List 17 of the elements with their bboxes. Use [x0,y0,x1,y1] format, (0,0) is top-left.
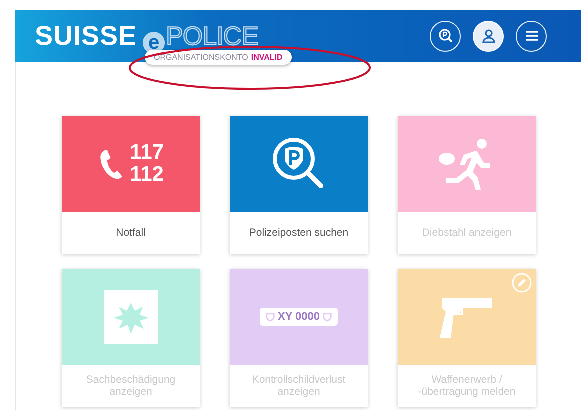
license-plate-drawing: XY 0000 [260,308,338,326]
menu-button[interactable] [516,20,547,52]
brand-name: SUISSE [35,20,138,52]
user-button[interactable] [473,20,504,52]
tile-label: Polizeiposten suchen [248,226,350,241]
user-icon [480,28,496,44]
badge-status: INVALID [251,53,283,62]
service-tile[interactable]: Polizeiposten suchen [230,116,368,254]
menu-icon [524,28,540,44]
emergency-numbers-drawing: 117 112 [98,142,164,186]
damage-icon [104,290,158,344]
tile-label: Notfall [115,226,147,241]
service-tile[interactable]: 117 112 Notfall [62,116,200,254]
search-icon [438,28,454,44]
search-button[interactable] [430,20,461,52]
badge-label: ORGANISATIONSKONTO [154,53,248,62]
logo-word: POLICE [166,20,258,52]
